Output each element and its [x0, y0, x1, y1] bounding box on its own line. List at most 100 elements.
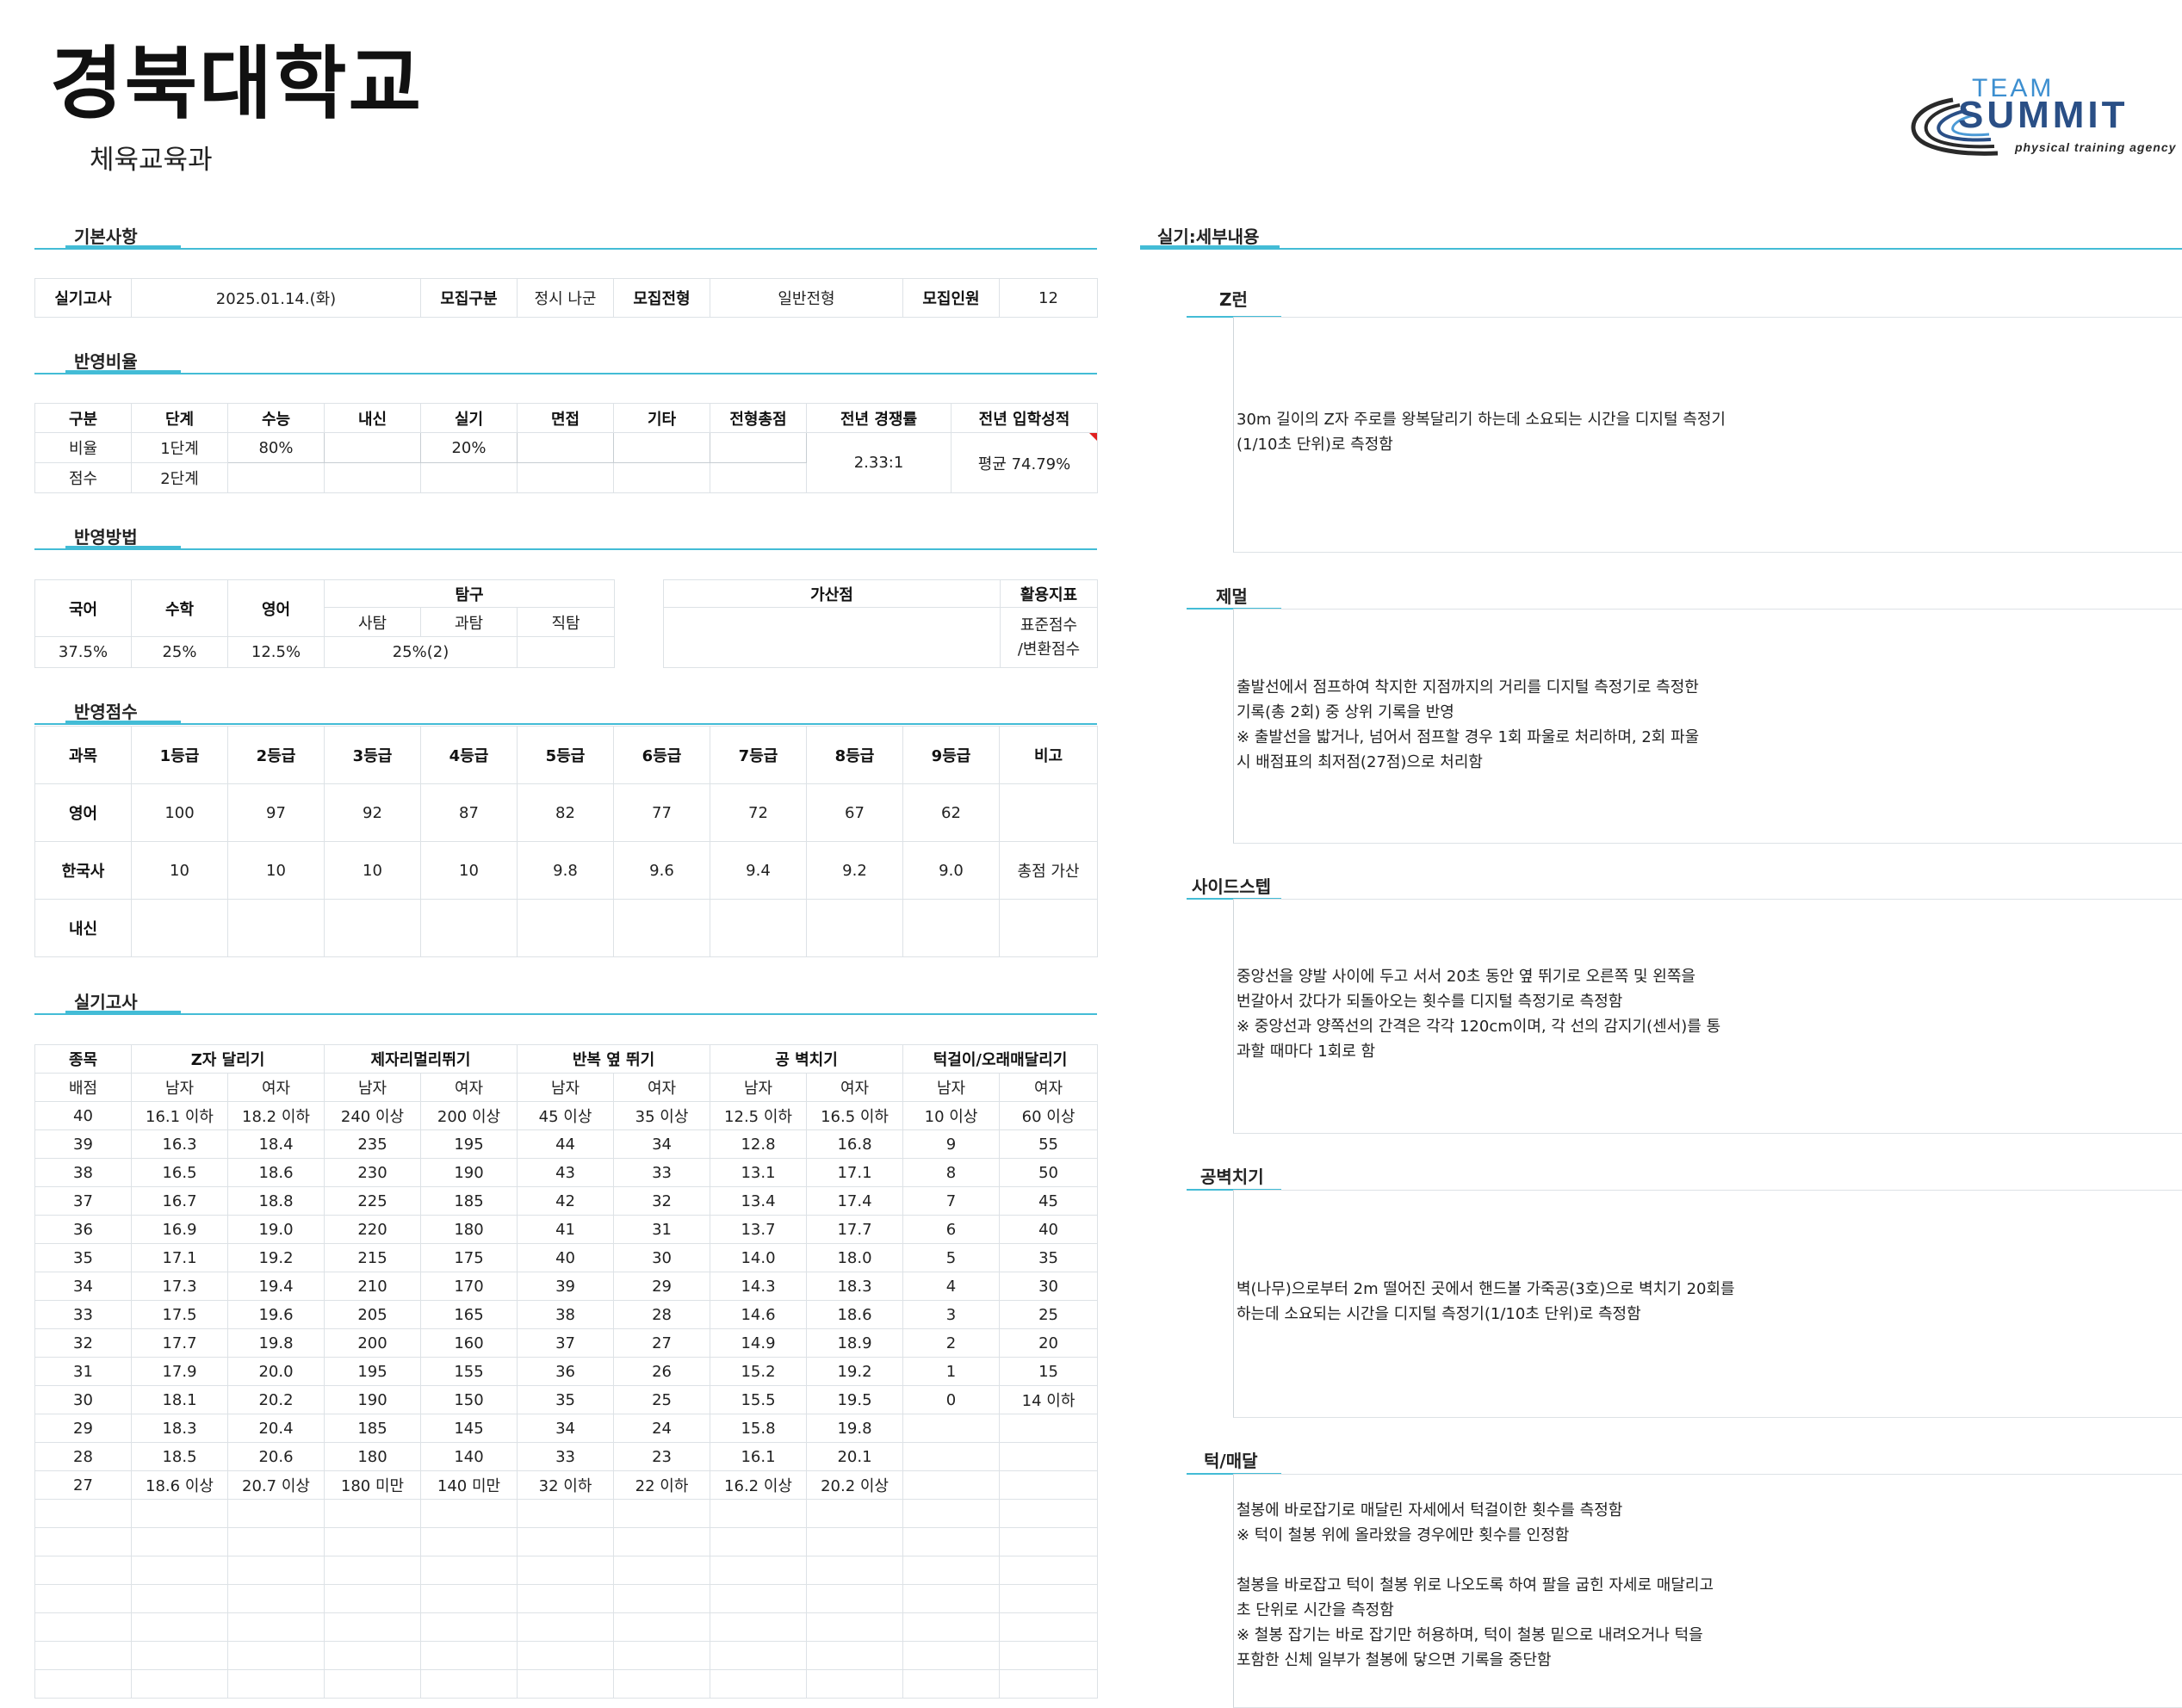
- record-cell: 16.3: [131, 1129, 228, 1159]
- table-row: 32 17.7 19.8 200 160 37 27 14.9 18.9 2 20: [34, 1328, 1099, 1358]
- empty-cell: [227, 1556, 325, 1585]
- practical-event-header: 턱걸이/오래매달리기: [902, 1044, 1099, 1074]
- record-cell: 14.0: [710, 1243, 808, 1272]
- empty-row: [34, 1556, 1099, 1585]
- record-cell: 10 이상: [902, 1101, 1001, 1130]
- ratio-header: 단계: [131, 403, 228, 433]
- empty-row: [34, 1612, 1099, 1642]
- record-cell: 14.3: [710, 1272, 808, 1301]
- record-cell: 18.9: [806, 1328, 904, 1358]
- table-row: 한국사 10 10 10 10 9.8 9.6 9.4 9.2 9.0 총점 가산: [34, 841, 1098, 900]
- record-cell: 33: [517, 1442, 615, 1471]
- method-table: 국어 수학 영어 탐구 사탐 과탐 직탐 37.5% 25% 12.5% 25%…: [34, 579, 615, 668]
- point-cell: 34: [34, 1272, 132, 1301]
- record-cell: 235: [324, 1129, 421, 1159]
- record-cell: 14.9: [710, 1328, 808, 1358]
- record-cell: 19.8: [227, 1328, 325, 1358]
- comment-marker[interactable]: [1089, 433, 1097, 441]
- record-cell: 14.6: [710, 1300, 808, 1329]
- practical-score-table: 종목 Z자 달리기 제자리멀리뛰기 반복 옆 뛰기 공 벽치기 턱걸이/오래매달…: [34, 1044, 1099, 1699]
- score-header: 1등급: [131, 726, 228, 784]
- method-empty-cell: [517, 636, 615, 668]
- empty-cell: [324, 1669, 421, 1699]
- empty-cell: [806, 1527, 904, 1556]
- record-cell: 39: [517, 1272, 615, 1301]
- detail-title-zrun: Z런: [1219, 289, 1248, 310]
- table-row: 영어 100 97 92 87 82 77 72 67 62: [34, 783, 1098, 842]
- record-cell: 19.2: [227, 1243, 325, 1272]
- score-header: 8등급: [806, 726, 903, 784]
- empty-row: [34, 1669, 1099, 1699]
- ratio-header: 기타: [613, 403, 710, 433]
- record-cell: 34: [517, 1414, 615, 1443]
- record-cell: [902, 1470, 1001, 1500]
- empty-cell: [34, 1527, 132, 1556]
- table-row: 35 17.1 19.2 215 175 40 30 14.0 18.0 5 35: [34, 1243, 1099, 1272]
- score-cell: 9.8: [517, 841, 614, 900]
- record-cell: 40: [517, 1243, 615, 1272]
- score-cell: [806, 899, 903, 957]
- record-cell: 205: [324, 1300, 421, 1329]
- table-row: 31 17.9 20.0 195 155 36 26 15.2 19.2 1 15: [34, 1357, 1099, 1386]
- record-cell: 170: [419, 1272, 518, 1301]
- ratio-cell: 2단계: [131, 462, 228, 493]
- ratio-table: 구분 단계 수능 내신 실기 면접 기타 전형총점 전년 경쟁률 전년 입학성적…: [34, 403, 1098, 493]
- method-inquiry-value: 25%(2): [324, 636, 518, 668]
- empty-cell: [999, 1556, 1099, 1585]
- empty-cell: [131, 1641, 228, 1670]
- method-english-value: 12.5%: [227, 636, 325, 668]
- quota-value: 12: [999, 278, 1098, 318]
- record-cell: 19.5: [806, 1385, 904, 1414]
- record-cell: 16.8: [806, 1129, 904, 1159]
- score-header: 3등급: [324, 726, 421, 784]
- point-cell: 40: [34, 1101, 132, 1130]
- record-cell: 220: [324, 1215, 421, 1244]
- record-cell: 38: [517, 1300, 615, 1329]
- record-cell: 16.5 이하: [806, 1101, 904, 1130]
- score-header: 5등급: [517, 726, 614, 784]
- subject-label: 한국사: [34, 841, 132, 900]
- detail-text-pullup: 철봉에 바로잡기로 매달린 자세에서 턱걸이한 횟수를 측정함 ※ 턱이 철봉 …: [1237, 1501, 1714, 1669]
- record-cell: 43: [517, 1158, 615, 1187]
- ratio-cell: [517, 432, 614, 463]
- record-cell: 15: [999, 1357, 1099, 1386]
- point-cell: 39: [34, 1129, 132, 1159]
- record-cell: 18.6 이상: [131, 1470, 228, 1500]
- record-cell: 195: [419, 1129, 518, 1159]
- record-cell: 42: [517, 1186, 615, 1216]
- department-subtitle: 체육교육과: [90, 145, 213, 176]
- record-cell: [902, 1442, 1001, 1471]
- empty-cell: [613, 1499, 711, 1528]
- section-title-basic: 기본사항: [74, 226, 138, 247]
- record-cell: 17.9: [131, 1357, 228, 1386]
- empty-cell: [902, 1641, 1001, 1670]
- ratio-cell: 비율: [34, 432, 132, 463]
- record-cell: 190: [324, 1385, 421, 1414]
- record-cell: 35 이상: [613, 1101, 711, 1130]
- record-cell: 195: [324, 1357, 421, 1386]
- empty-row: [34, 1584, 1099, 1613]
- record-cell: 12.5 이하: [710, 1101, 808, 1130]
- record-cell: 20.0: [227, 1357, 325, 1386]
- university-title: 경북대학교: [50, 38, 424, 130]
- record-cell: 225: [324, 1186, 421, 1216]
- team-summit-logo: TEAM SUMMIT physical training agency: [1911, 74, 2176, 156]
- empty-cell: [419, 1612, 518, 1642]
- empty-cell: [999, 1641, 1099, 1670]
- empty-cell: [613, 1556, 711, 1585]
- group-value: 정시 나군: [517, 278, 614, 318]
- record-cell: 20.2: [227, 1385, 325, 1414]
- empty-cell: [806, 1584, 904, 1613]
- admission-score: 평균 74.79%: [951, 432, 1098, 493]
- ratio-header: 수능: [227, 403, 325, 433]
- point-cell: 32: [34, 1328, 132, 1358]
- record-cell: 33: [613, 1158, 711, 1187]
- empty-cell: [517, 1527, 615, 1556]
- record-cell: 16.5: [131, 1158, 228, 1187]
- empty-cell: [613, 1669, 711, 1699]
- empty-cell: [710, 1669, 808, 1699]
- admission-score-text: 평균 74.79%: [977, 455, 1071, 473]
- record-cell: 30: [999, 1272, 1099, 1301]
- point-cell: 35: [34, 1243, 132, 1272]
- record-cell: 17.4: [806, 1186, 904, 1216]
